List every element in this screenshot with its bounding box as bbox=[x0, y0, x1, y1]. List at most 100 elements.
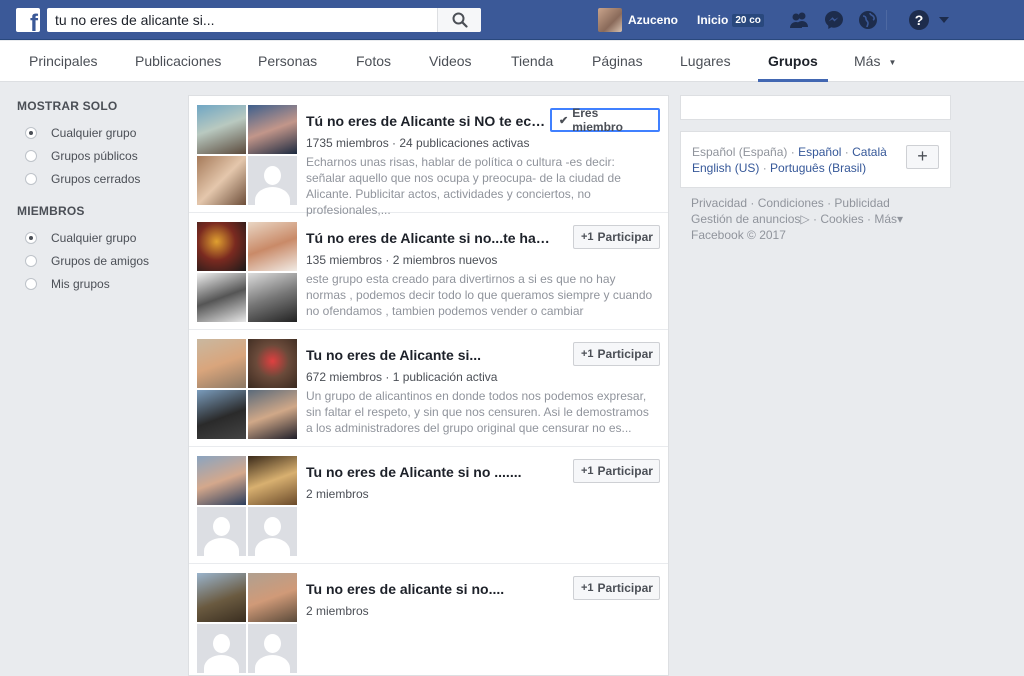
profile-link[interactable]: Azuceno bbox=[598, 8, 678, 32]
help-icon[interactable]: ? bbox=[909, 10, 929, 30]
group-meta: 135 miembros · 2 miembros nuevos bbox=[306, 253, 498, 267]
filter-option-friends-groups[interactable]: Grupos de amigos bbox=[17, 249, 177, 272]
language-link[interactable]: Español bbox=[798, 145, 841, 159]
button-label: Participar bbox=[597, 347, 653, 361]
radio-icon[interactable] bbox=[25, 149, 37, 162]
search-tabs: Principales Publicaciones Personas Fotos… bbox=[0, 41, 1024, 82]
tab-principales[interactable]: Principales bbox=[29, 41, 97, 82]
member-photo bbox=[248, 573, 297, 622]
member-thumbnails[interactable] bbox=[197, 222, 297, 322]
current-language: Español (España) bbox=[692, 145, 788, 159]
footer-link[interactable]: Más bbox=[874, 212, 897, 226]
group-meta: 1735 miembros · 24 publicaciones activas bbox=[306, 136, 530, 150]
button-label: Eres miembro bbox=[572, 106, 623, 134]
copyright: Facebook © 2017 bbox=[691, 228, 786, 242]
radio-icon[interactable] bbox=[25, 126, 37, 139]
join-plus-icon: +1 bbox=[581, 348, 594, 360]
join-button[interactable]: +1 Participar bbox=[573, 459, 660, 483]
filters-panel: MOSTRAR SOLO Cualquier grupo Grupos públ… bbox=[17, 99, 177, 295]
list-item: Tu no eres de alicante si no.... +1 Parti… bbox=[189, 564, 668, 675]
filter-option-members-any[interactable]: Cualquier grupo bbox=[17, 226, 177, 249]
tab-videos[interactable]: Videos bbox=[429, 41, 472, 82]
tab-mas-label: Más bbox=[854, 53, 881, 69]
filter-option-public-groups[interactable]: Grupos públicos bbox=[17, 144, 177, 167]
notifications-globe-icon[interactable] bbox=[858, 10, 878, 30]
facebook-logo-icon[interactable]: f bbox=[16, 8, 40, 32]
group-meta: 2 miembros bbox=[306, 604, 369, 618]
default-avatar-icon bbox=[248, 624, 297, 673]
join-button[interactable]: +1 Participar bbox=[573, 342, 660, 366]
radio-icon[interactable] bbox=[25, 277, 37, 290]
search-box bbox=[47, 8, 481, 32]
join-plus-icon: +1 bbox=[581, 582, 594, 594]
group-title[interactable]: Tu no eres de Alicante si... bbox=[306, 347, 550, 363]
tab-mas[interactable]: Más ▼ bbox=[854, 41, 896, 82]
join-button[interactable]: +1 Participar bbox=[573, 576, 660, 600]
right-placeholder-box bbox=[680, 95, 951, 120]
member-photo bbox=[248, 273, 297, 322]
group-title[interactable]: Tú no eres de Alicante si NO te echan de… bbox=[306, 113, 550, 129]
search-button[interactable] bbox=[437, 8, 481, 32]
ad-choices-icon: ▷ bbox=[800, 212, 810, 226]
member-thumbnails[interactable] bbox=[197, 339, 297, 439]
member-photo bbox=[197, 156, 246, 205]
footer: Privacidad · Condiciones · Publicidad Ge… bbox=[691, 196, 904, 242]
tab-lugares[interactable]: Lugares bbox=[680, 41, 731, 82]
filter-option-closed-groups[interactable]: Grupos cerrados bbox=[17, 167, 177, 190]
mas-caret-icon: ▼ bbox=[888, 57, 897, 67]
join-button[interactable]: +1 Participar bbox=[573, 225, 660, 249]
language-link[interactable]: Català bbox=[852, 145, 887, 159]
member-button[interactable]: ✔ Eres miembro bbox=[550, 106, 660, 134]
member-thumbnails[interactable] bbox=[197, 456, 297, 556]
member-photo bbox=[248, 339, 297, 388]
settings-caret-icon[interactable] bbox=[939, 17, 949, 23]
list-item: Tu no eres de Alicante si no ....... +1 P… bbox=[189, 447, 668, 564]
member-thumbnails[interactable] bbox=[197, 573, 297, 673]
default-avatar-icon bbox=[248, 507, 297, 556]
language-link[interactable]: English (US) bbox=[692, 161, 759, 175]
tab-grupos[interactable]: Grupos bbox=[758, 41, 828, 82]
add-language-button[interactable]: + bbox=[906, 145, 939, 169]
footer-link[interactable]: Condiciones bbox=[758, 196, 824, 210]
search-input[interactable] bbox=[47, 8, 437, 32]
filter-option-label: Grupos cerrados bbox=[51, 171, 141, 186]
member-thumbnails[interactable] bbox=[197, 105, 297, 205]
footer-link[interactable]: Gestión de anuncios bbox=[691, 212, 800, 226]
group-title[interactable]: Tú no eres de Alicante si no...te han ec… bbox=[306, 230, 550, 246]
tab-fotos[interactable]: Fotos bbox=[356, 41, 391, 82]
group-title[interactable]: Tu no eres de Alicante si no ....... bbox=[306, 464, 550, 480]
group-title[interactable]: Tu no eres de alicante si no.... bbox=[306, 581, 550, 597]
default-avatar-icon bbox=[248, 156, 297, 205]
filter-option-label: Cualquier grupo bbox=[51, 125, 137, 140]
member-photo bbox=[197, 456, 246, 505]
filter-option-label: Cualquier grupo bbox=[51, 230, 137, 245]
group-description: Echarnos unas risas, hablar de política … bbox=[306, 155, 621, 217]
footer-link[interactable]: Cookies bbox=[820, 212, 863, 226]
radio-icon[interactable] bbox=[25, 172, 37, 185]
tab-tienda[interactable]: Tienda bbox=[511, 41, 553, 82]
group-description: este grupo esta creado para divertirnos … bbox=[306, 272, 653, 318]
messenger-icon[interactable] bbox=[824, 10, 844, 30]
home-label: Inicio bbox=[697, 13, 729, 27]
footer-link[interactable]: Privacidad bbox=[691, 196, 747, 210]
language-link[interactable]: Português (Brasil) bbox=[770, 161, 866, 175]
filter-option-label: Mis grupos bbox=[51, 276, 110, 291]
radio-icon[interactable] bbox=[25, 231, 37, 244]
button-label: Participar bbox=[597, 581, 653, 595]
tab-personas[interactable]: Personas bbox=[258, 41, 317, 82]
default-avatar-icon bbox=[197, 507, 246, 556]
tab-publicaciones[interactable]: Publicaciones bbox=[135, 41, 221, 82]
filter-option-any-group[interactable]: Cualquier grupo bbox=[17, 121, 177, 144]
filter-option-my-groups[interactable]: Mis grupos bbox=[17, 272, 177, 295]
radio-icon[interactable] bbox=[25, 254, 37, 267]
top-bar: f Azuceno Inicio 20 co ? bbox=[0, 0, 1024, 40]
button-label: Participar bbox=[597, 230, 653, 244]
toolbar-divider bbox=[886, 10, 887, 30]
member-photo bbox=[197, 273, 246, 322]
footer-link[interactable]: Publicidad bbox=[834, 196, 889, 210]
friend-requests-icon[interactable] bbox=[789, 10, 809, 30]
member-photo bbox=[248, 222, 297, 271]
member-photo bbox=[248, 105, 297, 154]
home-link[interactable]: Inicio 20 co bbox=[697, 8, 764, 32]
tab-paginas[interactable]: Páginas bbox=[592, 41, 643, 82]
